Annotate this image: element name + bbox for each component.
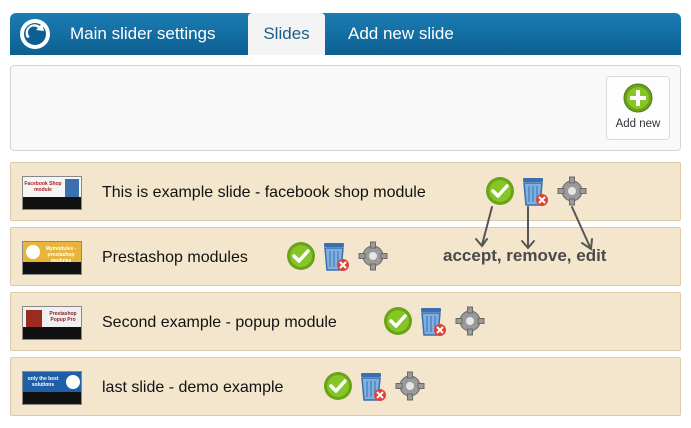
accept-icon[interactable]: [382, 305, 414, 339]
accept-icon[interactable]: [484, 175, 516, 209]
slide-row: Prestashop Popup Pro Second example - po…: [10, 292, 681, 351]
edit-gear-icon[interactable]: [394, 370, 426, 404]
add-new-button[interactable]: Add new: [606, 76, 670, 140]
edit-gear-icon[interactable]: [556, 175, 588, 209]
top-nav-bar: Main slider settings Slides Add new slid…: [10, 13, 681, 55]
edit-gear-icon[interactable]: [454, 305, 486, 339]
accept-icon[interactable]: [322, 370, 354, 404]
accept-icon[interactable]: [285, 240, 317, 274]
remove-icon[interactable]: [319, 240, 351, 274]
remove-icon[interactable]: [518, 175, 550, 209]
annotation-label: accept, remove, edit: [443, 246, 607, 265]
thumbnail-text: only the best solutions: [27, 376, 59, 388]
slide-thumbnail: Prestashop Popup Pro: [22, 306, 82, 340]
add-new-label: Add new: [615, 118, 661, 130]
plus-icon: [623, 83, 653, 113]
remove-icon[interactable]: [356, 370, 388, 404]
slide-title: This is example slide - facebook shop mo…: [102, 184, 426, 201]
slide-title: Prestashop modules: [102, 249, 248, 266]
tab-slides[interactable]: Slides: [248, 13, 325, 55]
toolbar-panel: Add new: [10, 65, 681, 151]
tab-main-slider-settings[interactable]: Main slider settings: [70, 13, 216, 55]
thumbnail-text: Facebook Shop module: [24, 181, 62, 193]
slide-title: last slide - demo example: [102, 379, 284, 396]
edit-gear-icon[interactable]: [357, 240, 389, 274]
slide-thumbnail: Facebook Shop module: [22, 176, 82, 210]
remove-icon[interactable]: [416, 305, 448, 339]
tab-add-new-slide[interactable]: Add new slide: [348, 13, 454, 55]
slide-thumbnail: only the best solutions: [22, 371, 82, 405]
thumbnail-text: Prestashop Popup Pro: [49, 311, 77, 323]
logo-icon: [18, 17, 52, 51]
slide-title: Second example - popup module: [102, 314, 337, 331]
slide-row: only the best solutions last slide - dem…: [10, 357, 681, 416]
slide-thumbnail: Mymodules - prestashop modules: [22, 241, 82, 275]
